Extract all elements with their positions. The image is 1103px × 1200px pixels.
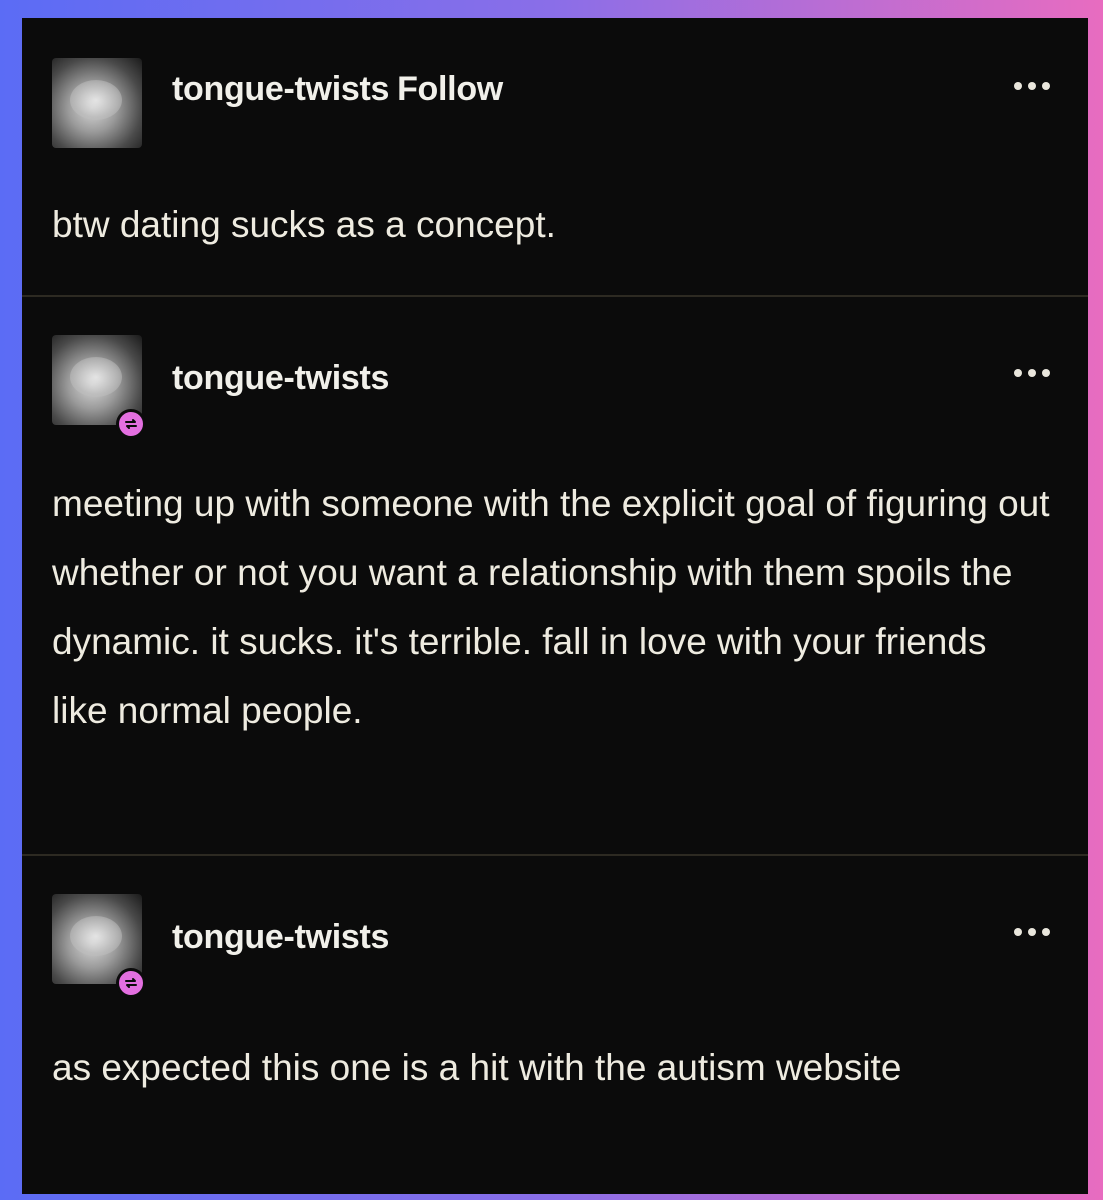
- more-options-icon[interactable]: [1014, 82, 1050, 90]
- avatar[interactable]: [52, 58, 142, 148]
- original-post: tongue-twists Follow btw dating sucks as …: [22, 18, 1088, 296]
- post-text: as expected this one is a hit with the a…: [52, 1047, 902, 1088]
- more-options-icon[interactable]: [1014, 928, 1050, 936]
- more-options-icon[interactable]: [1014, 369, 1050, 377]
- post-text: btw dating sucks as a concept.: [52, 204, 556, 245]
- username[interactable]: tongue-twists: [172, 918, 389, 957]
- username[interactable]: tongue-twists: [172, 359, 389, 398]
- post-card: tongue-twists Follow btw dating sucks as …: [22, 18, 1088, 1194]
- post-text: meeting up with someone with the explici…: [52, 483, 1050, 731]
- reblog-icon: [116, 968, 146, 998]
- reblog-post: tongue-twists meeting up with someone wi…: [22, 297, 1088, 855]
- post-header: tongue-twists Follow: [172, 70, 503, 109]
- follow-button[interactable]: Follow: [397, 70, 503, 108]
- reblog-post: tongue-twists as expected this one is a …: [22, 856, 1088, 1194]
- reblog-icon: [116, 409, 146, 439]
- username[interactable]: tongue-twists: [172, 70, 389, 108]
